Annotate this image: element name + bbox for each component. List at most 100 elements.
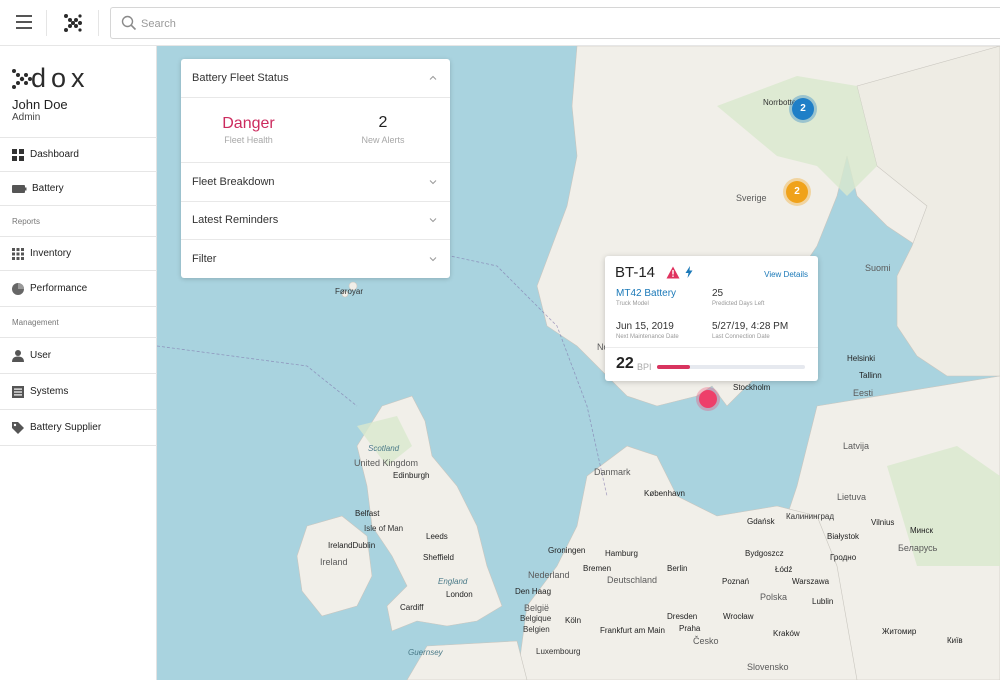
panel-header-fleet-status[interactable]: Battery Fleet Status [181, 59, 450, 98]
search-bar[interactable] [110, 7, 1000, 39]
map-label: Belgique [520, 614, 552, 623]
map-label: Guernsey [408, 648, 443, 657]
map-label: Sverige [736, 193, 767, 203]
battery-location-pin[interactable] [699, 390, 717, 408]
view-details-link[interactable]: View Details [764, 270, 808, 279]
map-label: Frankfurt am Main [600, 626, 665, 635]
map-label: Warszawa [792, 577, 830, 586]
section-header-reports: Reports [0, 205, 157, 236]
battery-icon [12, 184, 27, 193]
top-bar [0, 0, 1000, 46]
row-title: Fleet Breakdown [192, 176, 275, 188]
map-label: Helsinki [847, 354, 876, 363]
chevron-down-icon [429, 257, 437, 262]
map-label: London [446, 590, 473, 599]
sidebar-item-inventory[interactable]: Inventory [0, 236, 157, 270]
sidebar-item-performance[interactable]: Performance [0, 270, 157, 306]
tag-icon [12, 421, 24, 434]
charging-icon [685, 266, 693, 278]
sidebar-item-label: Battery Supplier [30, 422, 102, 433]
map-label: Belfast [355, 509, 380, 518]
warning-icon [666, 266, 680, 279]
map-label: Kraków [773, 629, 800, 638]
hamburger-menu-icon[interactable] [16, 15, 32, 29]
sidebar-item-battery-supplier[interactable]: Battery Supplier [0, 409, 157, 445]
sidebar-item-label: User [30, 350, 52, 361]
map-label: Київ [947, 636, 963, 645]
map-label: Tallinn [859, 371, 882, 380]
fleet-health-label: Fleet Health [224, 135, 273, 145]
nav-divider [0, 445, 157, 446]
map-label: Scotland [368, 444, 400, 453]
map-label: Vilnius [871, 518, 895, 527]
battery-detail-card: BT-14 View Details MT42 Battery Truck Mo… [605, 256, 818, 381]
map-label: Гродно [830, 553, 857, 562]
map-label: Berlin [667, 564, 688, 573]
user-role: Admin [12, 112, 41, 123]
map-label: Luxembourg [536, 647, 581, 656]
truck-model-label: Truck Model [616, 301, 649, 307]
map-label: Ireland [320, 557, 348, 567]
fleet-status-panel: Battery Fleet Status Danger Fleet Health… [181, 59, 450, 278]
map-label: København [644, 489, 685, 498]
sidebar-item-label: Performance [30, 283, 88, 294]
map-label: Беларусь [898, 543, 938, 553]
sidebar-item-systems[interactable]: Systems [0, 373, 157, 409]
bpi-progress-fill [657, 365, 690, 369]
map-label: Житомир [882, 627, 917, 636]
user-name: John Doe [12, 97, 68, 112]
truck-model-value[interactable]: MT42 Battery [616, 288, 676, 299]
map-label: Köln [565, 616, 582, 625]
map-label: België [524, 603, 550, 613]
cluster-marker[interactable]: 2 [786, 181, 808, 203]
search-input[interactable] [141, 14, 641, 34]
last-connection-value: 5/27/19, 4:28 PM [712, 321, 789, 332]
map-label: Łódź [775, 565, 793, 574]
map-label: England [438, 577, 468, 586]
fleet-health-value: Danger [222, 115, 275, 132]
panel-row-fleet-breakdown[interactable]: Fleet Breakdown [181, 163, 450, 202]
map-label: IrelandDublin [328, 541, 376, 550]
map-label: Bydgoszcz [745, 549, 784, 558]
cluster-marker[interactable]: 2 [792, 98, 814, 120]
map-label: Минск [910, 526, 934, 535]
chevron-down-icon [429, 218, 437, 223]
bpi-progress-bar [657, 365, 805, 369]
sidebar-item-dashboard[interactable]: Dashboard [0, 137, 157, 171]
sidebar-item-label: Battery [32, 183, 64, 194]
new-alerts-label: New Alerts [361, 135, 405, 145]
sidebar-item-label: Systems [30, 386, 69, 397]
sidebar-item-label: Dashboard [30, 149, 79, 160]
last-connection-label: Last Connection Date [712, 334, 770, 340]
map-label: Калининград [786, 512, 835, 521]
panel-title: Battery Fleet Status [192, 72, 289, 84]
map-label: Gdańsk [747, 517, 775, 526]
map-label: Praha [679, 624, 701, 633]
map-label: Edinburgh [393, 471, 430, 480]
panel-row-filter[interactable]: Filter [181, 240, 450, 278]
top-divider [46, 10, 47, 36]
map-label: Dresden [667, 612, 698, 621]
next-maintenance-label: Next Maintenance Date [616, 334, 679, 340]
map-label: Lublin [812, 597, 834, 606]
sidebar-item-battery[interactable]: Battery [0, 171, 157, 205]
predicted-days-label: Predicted Days Left [712, 301, 765, 307]
pie-chart-icon [12, 282, 24, 295]
row-title: Filter [192, 253, 217, 265]
sidebar: dox John Doe Admin Dashboard Battery Rep… [0, 46, 157, 680]
map-label: Bremen [583, 564, 612, 573]
bpi-value: 22 [616, 355, 634, 372]
map-label: Eesti [853, 388, 874, 398]
map-label: Česko [693, 636, 719, 646]
map-label: Føroyar [335, 287, 363, 296]
map-label: Deutschland [607, 575, 658, 585]
sidebar-item-user[interactable]: User [0, 337, 157, 373]
map-label: Groningen [548, 546, 586, 555]
row-title: Latest Reminders [192, 214, 279, 226]
predicted-days-value: 25 [712, 288, 724, 299]
panel-row-latest-reminders[interactable]: Latest Reminders [181, 202, 450, 240]
app-logo-icon[interactable] [62, 12, 84, 34]
next-maintenance-value: Jun 15, 2019 [616, 321, 674, 332]
chevron-up-icon [429, 75, 437, 80]
map-label: Cardiff [400, 603, 424, 612]
